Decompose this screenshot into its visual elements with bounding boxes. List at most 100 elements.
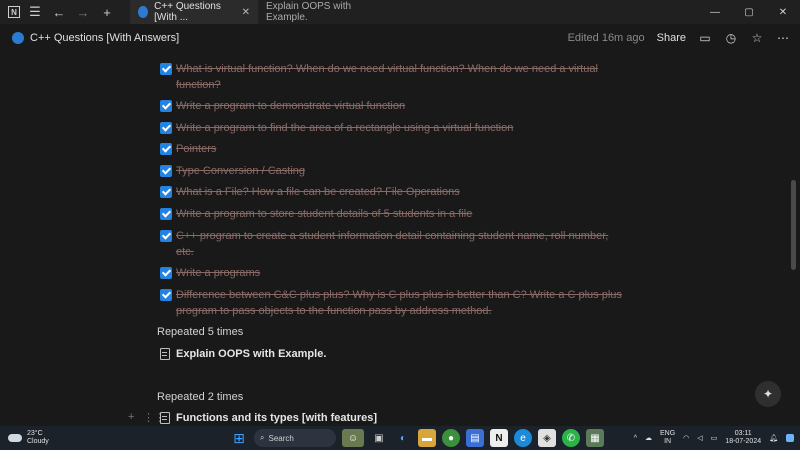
battery-icon[interactable]: ▭ xyxy=(711,434,718,442)
window-controls: — ▢ ✕ xyxy=(698,7,800,18)
todo-text[interactable]: Write a programs xyxy=(176,265,626,281)
checkbox-checked[interactable] xyxy=(160,230,172,242)
checkbox-checked[interactable] xyxy=(160,100,172,112)
checkbox-checked[interactable] xyxy=(160,186,172,198)
todo-text[interactable]: What is a File? How a file can be create… xyxy=(176,184,626,200)
checkbox-checked[interactable] xyxy=(160,143,172,155)
edge-icon[interactable]: e xyxy=(514,429,532,447)
todo-item[interactable]: Difference between C&C plus plus? Why is… xyxy=(160,287,626,319)
todo-text[interactable]: Write a program to find the area of a re… xyxy=(176,120,626,136)
tab-cpp-questions[interactable]: C++ Questions [With ... ✕ xyxy=(130,0,258,24)
page-link[interactable]: Explain OOPS with Example. xyxy=(160,348,326,360)
todo-item[interactable]: Write a program to store student details… xyxy=(160,206,626,222)
notion-taskbar-icon[interactable]: N xyxy=(490,429,508,447)
clock-icon[interactable]: ◷ xyxy=(724,31,738,45)
system-tray: ^ ☁ ENG IN ◠ ◁ ▭ 03:11 18-07-2024 🔔︎ xyxy=(634,426,794,450)
edited-timestamp: Edited 16m ago xyxy=(567,32,645,44)
page-link[interactable]: Functions and its types [with features] xyxy=(160,412,377,424)
close-window-icon[interactable]: ✕ xyxy=(766,7,800,18)
todo-item[interactable]: Pointers xyxy=(160,141,626,157)
cpp-logo-icon xyxy=(12,32,24,44)
forward-arrow-icon[interactable]: → xyxy=(74,3,92,21)
menu-icon[interactable]: ☰ xyxy=(26,3,44,21)
page-content: What is virtual function? When do we nee… xyxy=(0,52,800,426)
todo-item[interactable]: Write a program to find the area of a re… xyxy=(160,120,626,136)
chevron-up-icon[interactable]: ^ xyxy=(634,435,637,442)
star-icon[interactable]: ☆ xyxy=(750,31,764,45)
color-indicator-icon xyxy=(786,434,794,442)
taskbar-search[interactable]: ⌕ Search xyxy=(254,429,336,447)
windows-start-icon[interactable]: ⊞ xyxy=(230,429,248,447)
breadcrumb[interactable]: C++ Questions [With Answers] xyxy=(30,32,179,44)
ai-sparkle-button[interactable]: ✦ xyxy=(755,381,781,407)
search-icon: ⌕ xyxy=(260,433,265,442)
whatsapp-icon[interactable]: ✆ xyxy=(562,429,580,447)
checkbox-checked[interactable] xyxy=(160,165,172,177)
task-view-icon[interactable]: ▣ xyxy=(370,429,388,447)
todo-text[interactable]: Write a program to store student details… xyxy=(176,206,626,222)
new-tab-plus-icon[interactable]: + xyxy=(98,3,116,21)
widgets-icon[interactable]: ☺ xyxy=(342,429,364,447)
search-label: Search xyxy=(268,433,294,443)
file-explorer-icon[interactable]: ▬ xyxy=(418,429,436,447)
page-link-label: Functions and its types [with features] xyxy=(176,412,378,424)
checkbox-checked[interactable] xyxy=(160,63,172,75)
volume-icon[interactable]: ◁ xyxy=(697,434,702,442)
page-icon xyxy=(160,348,170,360)
comment-icon[interactable]: ▭ xyxy=(698,31,712,45)
back-arrow-icon[interactable]: ← xyxy=(50,3,68,21)
app-icon[interactable]: ▦ xyxy=(586,429,604,447)
wifi-icon[interactable]: ◠ xyxy=(683,434,689,442)
todo-item[interactable]: What is a File? How a file can be create… xyxy=(160,184,626,200)
weather-desc: Cloudy xyxy=(27,438,49,445)
todo-text[interactable]: What is virtual function? When do we nee… xyxy=(176,61,626,93)
page-link-label: Explain OOPS with Example. xyxy=(176,348,327,360)
weather-widget[interactable]: 23°C Cloudy xyxy=(8,430,49,446)
checkbox-checked[interactable] xyxy=(160,208,172,220)
tab-label: Explain OOPS with Example. xyxy=(266,1,352,23)
app-icon[interactable]: ◈ xyxy=(538,429,556,447)
section-heading: Repeated 5 times xyxy=(157,326,244,338)
chrome-icon[interactable]: ● xyxy=(442,429,460,447)
title-bar: N ☰ ← → + C++ Questions [With ... ✕ Expl… xyxy=(0,0,800,24)
todo-item[interactable]: Type Conversion / Casting xyxy=(160,163,626,179)
windows-taskbar: 23°C Cloudy ⊞ ⌕ Search ☺ ▣ ◐ ▬ ● ▤ N e ◈… xyxy=(0,426,800,450)
scrollbar[interactable] xyxy=(791,180,796,270)
cpp-logo-icon xyxy=(138,6,149,18)
tab-label: C++ Questions [With ... xyxy=(154,1,221,23)
copilot-icon[interactable]: ◐ xyxy=(394,429,412,447)
page-icon xyxy=(160,412,170,424)
close-tab-icon[interactable]: ✕ xyxy=(242,7,250,18)
maximize-icon[interactable]: ▢ xyxy=(732,7,766,18)
todo-text[interactable]: C++ program to create a student informat… xyxy=(176,228,626,260)
todo-item[interactable]: C++ program to create a student informat… xyxy=(160,228,626,260)
todo-text[interactable]: Write a program to demonstrate virtual f… xyxy=(176,98,626,114)
lang-code: ENG xyxy=(660,430,676,437)
todo-item[interactable]: Write a programs xyxy=(160,265,626,281)
add-block-plus-icon[interactable]: + xyxy=(128,411,134,423)
language-indicator[interactable]: ENG IN xyxy=(660,430,675,446)
checkbox-checked[interactable] xyxy=(160,289,172,301)
todo-text[interactable]: Difference between C&C plus plus? Why is… xyxy=(176,287,626,319)
tab-explain-oops[interactable]: Explain OOPS with Example. xyxy=(258,0,386,24)
more-icon[interactable]: ⋯ xyxy=(776,31,790,45)
clock[interactable]: 03:11 18-07-2024 xyxy=(725,430,761,446)
minimize-icon[interactable]: — xyxy=(698,7,732,18)
checkbox-checked[interactable] xyxy=(160,267,172,279)
notification-bell-icon[interactable]: 🔔︎ xyxy=(769,434,778,442)
todo-text[interactable]: Pointers xyxy=(176,141,626,157)
page-header: C++ Questions [With Answers] Edited 16m … xyxy=(0,24,800,52)
todo-text[interactable]: Type Conversion / Casting xyxy=(176,163,626,179)
todo-item[interactable]: What is virtual function? When do we nee… xyxy=(160,61,626,93)
cloud-tray-icon[interactable]: ☁ xyxy=(645,434,652,442)
section-heading: Repeated 2 times xyxy=(157,391,244,403)
notes-icon[interactable]: ▤ xyxy=(466,429,484,447)
weather-temp: 23°C xyxy=(27,430,43,437)
checkbox-checked[interactable] xyxy=(160,122,172,134)
cloud-icon xyxy=(8,434,22,442)
share-button[interactable]: Share xyxy=(657,32,686,44)
time: 03:11 xyxy=(734,430,752,437)
todo-item[interactable]: Write a program to demonstrate virtual f… xyxy=(160,98,626,114)
notion-logo-icon[interactable]: N xyxy=(8,6,20,18)
date: 18-07-2024 xyxy=(725,438,762,445)
